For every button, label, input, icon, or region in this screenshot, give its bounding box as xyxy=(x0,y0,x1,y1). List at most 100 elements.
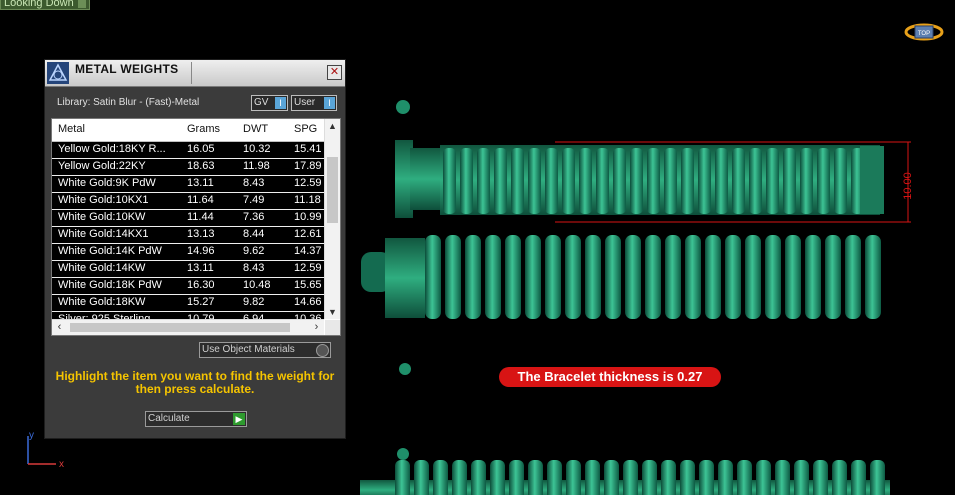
bracelet-link xyxy=(834,148,847,214)
gv-select[interactable]: GV I xyxy=(251,95,288,111)
bracelet-link xyxy=(645,235,661,319)
bracelet-link xyxy=(664,148,677,214)
scroll-right-icon[interactable]: › xyxy=(309,320,324,335)
bracelet-link xyxy=(477,148,490,214)
table-cell-dwt: 9.62 xyxy=(243,245,265,257)
table-cell-dwt: 8.43 xyxy=(243,262,265,274)
bracelet-link xyxy=(625,235,641,319)
column-header-metal[interactable]: Metal xyxy=(58,123,85,135)
bracelet-link xyxy=(630,148,643,214)
table-cell-grams: 11.64 xyxy=(187,194,214,206)
column-header-dwt[interactable]: DWT xyxy=(243,123,268,135)
view-mode-dropdown[interactable]: Looking Down xyxy=(0,0,90,10)
table-cell-dwt: 7.49 xyxy=(243,194,265,206)
table-row[interactable]: White Gold:14K PdW 14.96 9.62 14.37 xyxy=(52,244,324,261)
instruction-text: Highlight the item you want to find the … xyxy=(55,369,335,396)
table-cell-grams: 13.13 xyxy=(187,228,215,240)
library-label: Library: Satin Blur - (Fast)-Metal xyxy=(57,97,200,108)
bracelet-link xyxy=(605,235,621,319)
bracelet-link xyxy=(685,235,701,319)
bracelet-link xyxy=(433,460,448,495)
bracelet-link xyxy=(642,460,657,495)
bracelet-link xyxy=(566,460,581,495)
navigation-cube-icon[interactable]: TOP xyxy=(904,22,944,42)
bracelet-link xyxy=(698,148,711,214)
bracelet-viewport[interactable]: 10.00 xyxy=(355,90,935,495)
table-row[interactable]: White Gold:10KW 11.44 7.36 10.99 xyxy=(52,210,324,227)
bracelet-link xyxy=(851,460,866,495)
bracelet-link xyxy=(756,460,771,495)
scroll-up-icon[interactable]: ▲ xyxy=(325,119,340,133)
scroll-down-icon[interactable]: ▼ xyxy=(325,305,340,319)
metal-table[interactable]: Metal Grams DWT SPG Yellow Gold:18KY R..… xyxy=(51,118,341,336)
bracelet-link xyxy=(765,235,781,319)
vertical-scroll-thumb[interactable] xyxy=(327,157,338,223)
gv-select-value: GV xyxy=(254,97,269,108)
table-row[interactable]: Yellow Gold:22KY 18.63 11.98 17.89 xyxy=(52,159,324,176)
bracelet-link xyxy=(528,148,541,214)
table-cell-dwt: 8.44 xyxy=(243,228,265,240)
use-object-materials-toggle[interactable]: Use Object Materials xyxy=(199,342,331,358)
table-cell-grams: 18.63 xyxy=(187,160,215,172)
table-cell-grams: 11.44 xyxy=(187,211,214,223)
view-mode-label: Looking Down xyxy=(4,0,74,9)
user-select[interactable]: User I xyxy=(291,95,337,111)
table-row[interactable]: White Gold:9K PdW 13.11 8.43 12.59 xyxy=(52,176,324,193)
bracelet-link xyxy=(509,460,524,495)
bracelet-link xyxy=(805,235,821,319)
bracelet-link xyxy=(445,235,461,319)
bracelet-link xyxy=(490,460,505,495)
table-row[interactable]: White Gold:10KX1 11.64 7.49 11.18 xyxy=(52,193,324,210)
bracelet-link xyxy=(737,460,752,495)
bracelet-link xyxy=(452,460,467,495)
table-cell-metal: White Gold:10KX1 xyxy=(58,194,149,206)
table-cell-dwt: 11.98 xyxy=(243,160,270,172)
bracelet-link xyxy=(579,148,592,214)
bracelet-link xyxy=(505,235,521,319)
scroll-left-icon[interactable]: ‹ xyxy=(52,320,67,335)
table-cell-grams: 16.30 xyxy=(187,279,215,291)
table-cell-metal: Yellow Gold:18KY R... xyxy=(58,143,166,155)
column-header-spg[interactable]: SPG xyxy=(294,123,317,135)
table-cell-grams: 13.11 xyxy=(187,177,214,189)
table-row[interactable]: White Gold:18KW 15.27 9.82 14.66 xyxy=(52,295,324,312)
bracelet-link xyxy=(471,460,486,495)
bracelet-link xyxy=(511,148,524,214)
table-cell-dwt: 7.36 xyxy=(243,211,265,223)
svg-text:TOP: TOP xyxy=(918,31,930,37)
bracelet-link xyxy=(865,235,881,319)
column-header-grams[interactable]: Grams xyxy=(187,123,220,135)
horizontal-scroll-thumb[interactable] xyxy=(70,323,290,332)
table-row[interactable]: Yellow Gold:18KY R... 16.05 10.32 15.41 xyxy=(52,142,324,159)
bracelet-link xyxy=(623,460,638,495)
table-row[interactable]: White Gold:14KX1 13.13 8.44 12.61 xyxy=(52,227,324,244)
table-cell-dwt: 10.32 xyxy=(243,143,271,155)
vertical-scrollbar[interactable]: ▲ ▼ xyxy=(324,119,340,319)
table-cell-dwt: 9.82 xyxy=(243,296,265,308)
horizontal-scrollbar[interactable]: ‹ › xyxy=(52,319,324,335)
title-divider xyxy=(191,62,192,84)
table-cell-spg: 17.89 xyxy=(294,160,322,172)
bracelet-link xyxy=(460,148,473,214)
table-row[interactable]: White Gold:14KW 13.11 8.43 12.59 xyxy=(52,261,324,278)
bracelet-link xyxy=(443,148,456,214)
bracelet-link xyxy=(485,235,501,319)
table-cell-spg: 12.59 xyxy=(294,262,322,274)
table-cell-spg: 12.59 xyxy=(294,177,322,189)
table-row[interactable]: White Gold:18K PdW 16.30 10.48 15.65 xyxy=(52,278,324,295)
table-cell-metal: White Gold:14KX1 xyxy=(58,228,149,240)
bracelet-link xyxy=(785,235,801,319)
calculate-button[interactable]: Calculate ▶ xyxy=(145,411,247,427)
bracelet-link xyxy=(585,460,600,495)
axis-y-label: y xyxy=(29,430,34,441)
bracelet-link xyxy=(745,235,761,319)
table-cell-spg: 14.66 xyxy=(294,296,322,308)
bracelet-link xyxy=(825,235,841,319)
bracelet-link xyxy=(604,460,619,495)
bracelet-link xyxy=(783,148,796,214)
close-icon[interactable]: ✕ xyxy=(327,65,342,80)
bracelet-link xyxy=(613,148,626,214)
bracelet-link xyxy=(465,235,481,319)
metal-weights-logo-icon xyxy=(47,62,69,84)
panel-titlebar[interactable]: METAL WEIGHTS ✕ xyxy=(45,60,345,87)
